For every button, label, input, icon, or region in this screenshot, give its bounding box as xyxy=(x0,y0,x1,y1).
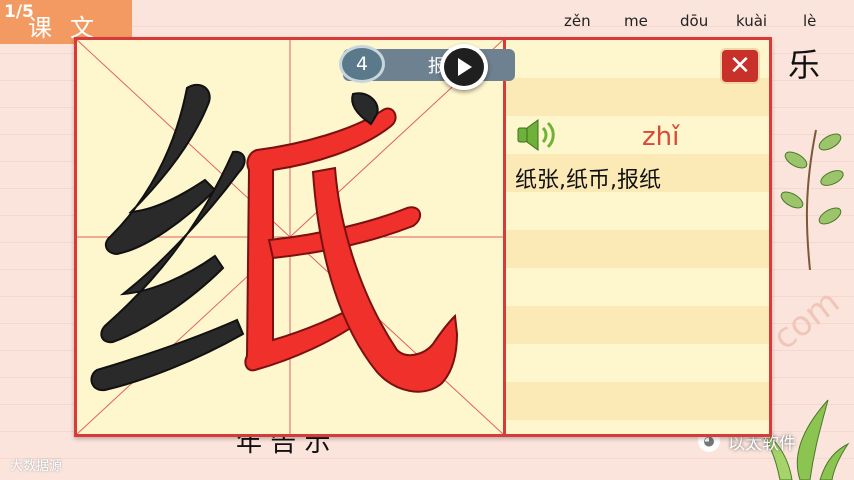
background-char: 乐 xyxy=(788,46,821,84)
stroke-number: 4 xyxy=(355,53,369,75)
pinyin-item: dōu xyxy=(680,12,709,30)
close-icon: ✕ xyxy=(729,51,751,81)
close-button[interactable]: ✕ xyxy=(720,48,760,84)
character-words: 纸张,纸币,报纸 xyxy=(515,168,661,193)
radical-strokes xyxy=(90,83,246,392)
character-pinyin: zhǐ xyxy=(642,122,680,152)
watermark-left-logo: 大数据源 xyxy=(10,459,63,474)
stroke-number-badge: 4 xyxy=(339,45,385,83)
pinyin-item: zěn xyxy=(564,12,591,30)
dot-stroke xyxy=(351,92,379,126)
play-icon xyxy=(444,48,484,86)
info-panel-stripes xyxy=(506,40,769,434)
character-strokes xyxy=(90,83,459,393)
character-card-dialog: 纸 zhǐ 纸张,纸币,报纸 ✕ xyxy=(74,37,772,437)
right-component-strokes xyxy=(244,107,459,393)
pinyin-item: lè xyxy=(803,12,817,30)
pinyin-item: me xyxy=(624,12,648,30)
play-button[interactable] xyxy=(440,44,488,90)
writing-grid: 纸 xyxy=(77,40,506,434)
plant-decoration-icon xyxy=(780,129,844,270)
pinyin-item: kuài xyxy=(736,12,768,30)
speaker-icon[interactable] xyxy=(514,116,558,154)
character-info-panel: zhǐ 纸张,纸币,报纸 xyxy=(506,40,769,434)
